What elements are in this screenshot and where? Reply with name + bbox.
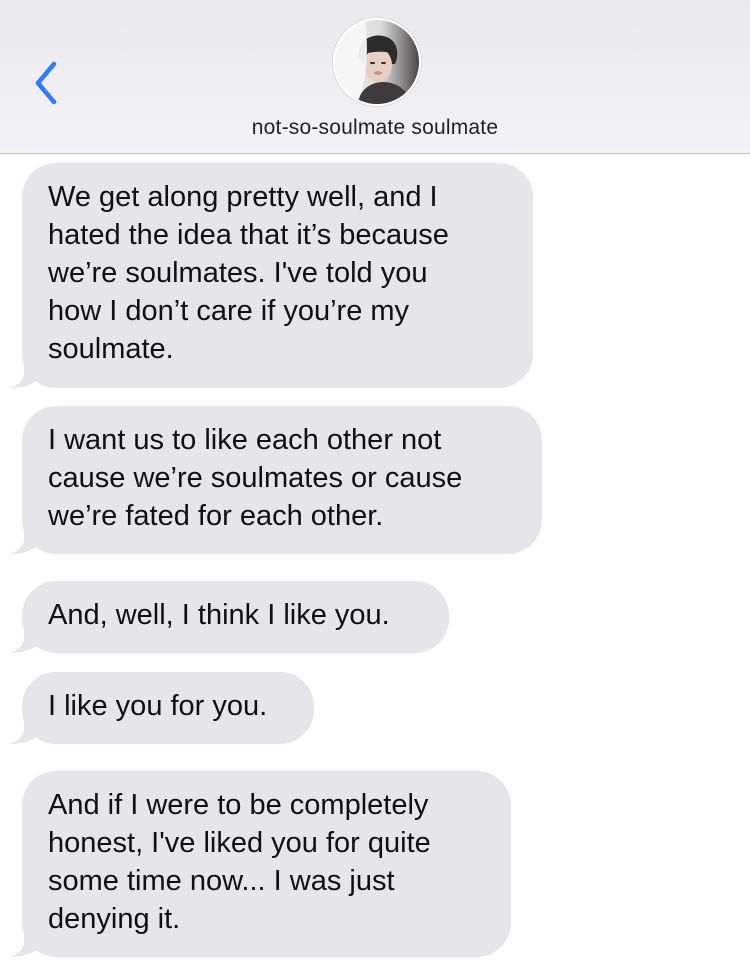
bubble-tail — [10, 710, 50, 744]
back-button[interactable] — [30, 58, 66, 108]
contact-name[interactable]: not-so-soulmate soulmate — [0, 116, 750, 140]
message-line: we’re soulmates. I've told you — [48, 257, 428, 289]
message-line: I like you for you. — [48, 690, 268, 722]
message-line: some time now... I was just — [48, 865, 395, 897]
message-bubble[interactable]: We get along pretty well, and I hated th… — [10, 163, 533, 388]
message-bubble[interactable]: I like you for you. — [10, 672, 314, 744]
message-line: And if I were to be completely — [48, 789, 429, 821]
message-text: And if I were to be completely honest, I… — [48, 786, 485, 938]
bubble-tail — [10, 619, 50, 653]
message-line: We get along pretty well, and I — [48, 181, 438, 213]
avatar-photo — [335, 20, 419, 104]
message-bubble[interactable]: And if I were to be completely honest, I… — [10, 771, 511, 957]
message-line: we’re fated for each other. — [48, 500, 384, 532]
message-text: And, well, I think I like you. — [48, 596, 423, 634]
message-line: denying it. — [48, 903, 181, 935]
message-line: honest, I've liked you for quite — [48, 827, 431, 859]
contact-avatar[interactable] — [333, 18, 421, 106]
message-text: I want us to like each other not cause w… — [48, 421, 516, 535]
bubble-tail — [10, 354, 50, 388]
message-line: cause we’re soulmates or cause — [48, 462, 463, 494]
message-bubble[interactable]: I want us to like each other not cause w… — [10, 406, 542, 554]
message-line: hated the idea that it’s because — [48, 219, 449, 251]
message-line: soulmate. — [48, 333, 174, 365]
message-line: I want us to like each other not — [48, 424, 442, 456]
message-text: I like you for you. — [48, 687, 288, 725]
message-text: We get along pretty well, and I hated th… — [48, 178, 507, 368]
conversation-header: not-so-soulmate soulmate — [0, 0, 750, 154]
chevron-left-icon — [35, 61, 57, 105]
bubble-tail — [10, 520, 50, 554]
bubble-tail — [10, 923, 50, 957]
message-bubble[interactable]: And, well, I think I like you. — [10, 581, 449, 653]
message-line: And, well, I think I like you. — [48, 599, 390, 631]
message-line: how I don’t care if you’re my — [48, 295, 410, 327]
